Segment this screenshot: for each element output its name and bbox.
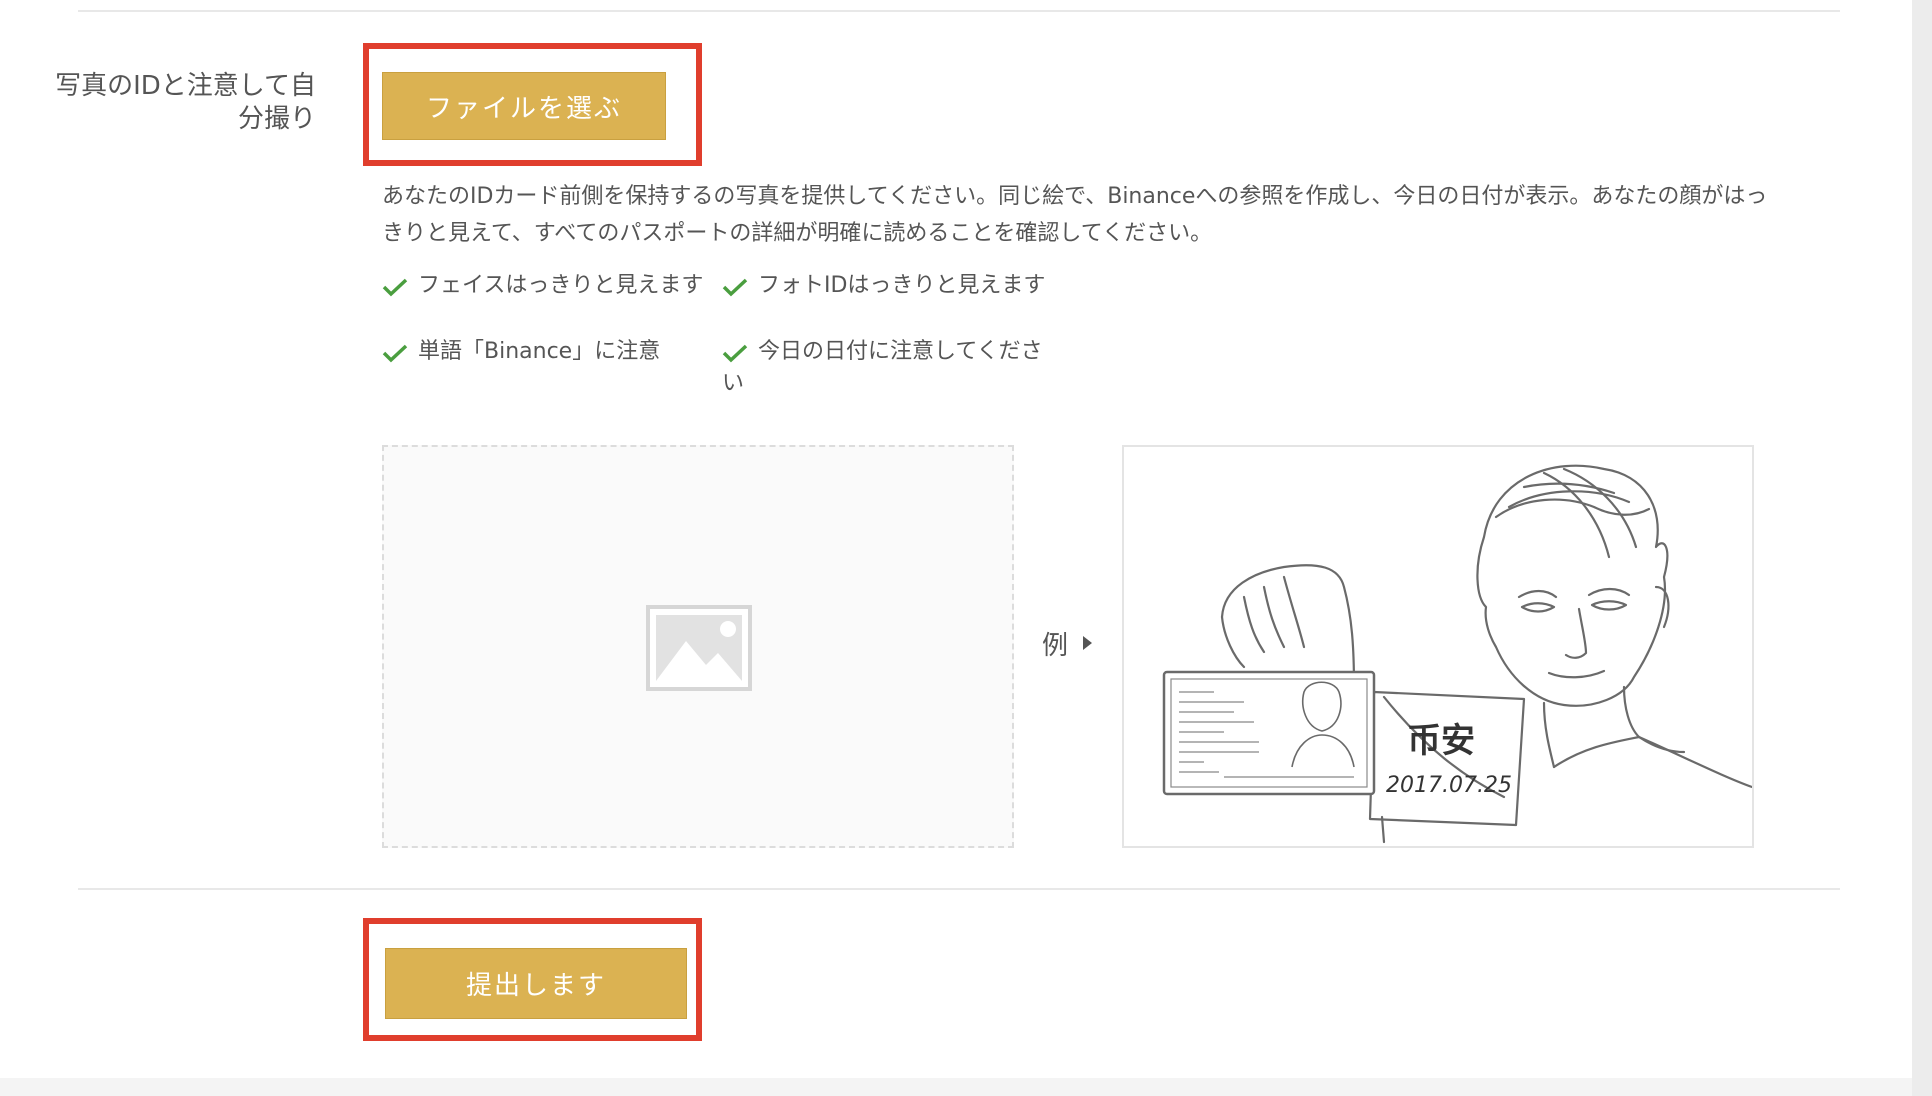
bottom-divider [78, 888, 1840, 890]
top-divider [78, 10, 1840, 12]
checklist-item-face: フェイスはっきりと見えます [382, 270, 712, 302]
upload-preview-area[interactable] [382, 445, 1014, 848]
example-note-chars: 币安 [1407, 721, 1475, 761]
caret-right-icon [1083, 636, 1092, 650]
form-panel: 写真のIDと注意して自分撮り ファイルを選ぶ あなたのIDカード前側を保持するの… [0, 0, 1912, 1078]
choose-file-button[interactable]: ファイルを選ぶ [382, 72, 666, 140]
check-icon [722, 278, 748, 297]
scrollbar-track[interactable] [1912, 0, 1932, 1096]
submit-button[interactable]: 提出します [385, 948, 687, 1019]
checklist-item-photo-id: フォトIDはっきりと見えます [722, 270, 1052, 302]
example-selfie-image: 币安 2017.07.25 [1122, 445, 1754, 848]
checklist-item-date: 今日の日付に注意してください [722, 339, 1043, 396]
image-placeholder-icon [646, 605, 752, 691]
selfie-field-label: 写真のIDと注意して自分撮り [55, 71, 316, 134]
instructions-text: あなたのIDカード前側を保持するの写真を提供してください。同じ絵で、Binanc… [382, 184, 1768, 246]
example-label: 例 [1042, 631, 1069, 661]
check-icon [722, 344, 748, 363]
checklist-item-binance-word: 単語「Binance」に注意 [382, 336, 712, 368]
check-icon [382, 344, 408, 363]
example-illustration: 币安 2017.07.25 [1162, 464, 1752, 844]
example-note-date: 2017.07.25 [1386, 773, 1512, 798]
check-icon [382, 278, 408, 297]
